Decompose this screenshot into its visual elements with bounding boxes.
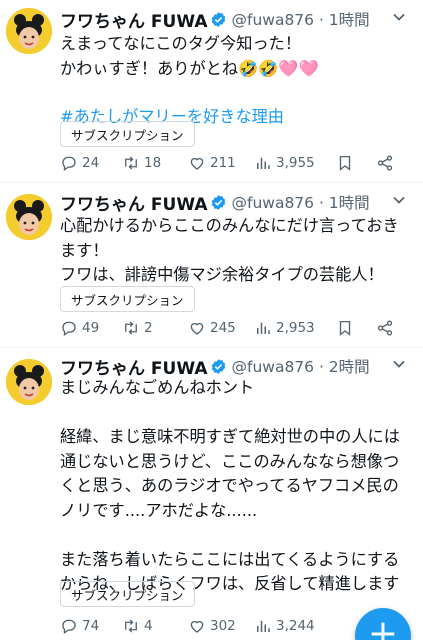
like-count: 211	[210, 155, 236, 171]
view-count: 3,955	[276, 155, 315, 171]
chevron-down-icon[interactable]	[387, 188, 411, 212]
handle-and-time[interactable]: @fuwa876 · 2時間	[231, 355, 369, 377]
reply-count: 74	[82, 618, 100, 634]
reply-count: 24	[82, 155, 100, 171]
verified-badge-icon	[212, 194, 226, 210]
tweet-2[interactable]: フワちゃん FUWA @fuwa876 · 1時間 心配かけるからここのみんなに…	[0, 183, 423, 346]
handle-and-time[interactable]: @fuwa876 · 1時間	[231, 8, 369, 30]
avatar-image	[6, 8, 52, 54]
verified-badge-icon	[212, 358, 226, 374]
heart-icon	[190, 157, 204, 170]
views-button[interactable]: 2,953	[254, 319, 315, 337]
display-name[interactable]: フワちゃん FUWA	[60, 354, 207, 379]
tweet-text: まじみんなごめんねホント 経緯、まじ意味不明すぎて絶対世の中の人には 通じないと…	[60, 378, 400, 593]
view-count: 3,244	[276, 618, 315, 634]
tweet-1[interactable]: フワちゃん FUWA @fuwa876 · 1時間 えまってなにこのタグ今知った…	[0, 0, 423, 182]
like-button[interactable]: 245	[188, 319, 236, 337]
reply-button[interactable]: 24	[60, 154, 99, 172]
like-button[interactable]: 302	[188, 617, 236, 635]
retweet-button[interactable]: 4	[122, 617, 153, 635]
heart-icon	[190, 620, 204, 633]
retweet-button[interactable]: 2	[122, 319, 153, 337]
views-icon	[257, 157, 270, 169]
reply-icon	[62, 619, 76, 635]
subscription-badge[interactable]: サブスクリプション	[60, 121, 195, 147]
plus-icon: +	[367, 613, 399, 640]
tweet-3[interactable]: フワちゃん FUWA @fuwa876 · 2時間 まじみんなごめんねホント 経…	[0, 348, 423, 640]
like-count: 302	[210, 618, 236, 634]
reply-button[interactable]: 49	[60, 319, 99, 337]
view-count: 2,953	[276, 320, 315, 336]
like-count: 245	[210, 320, 236, 336]
share-icon	[377, 155, 393, 171]
reply-icon	[62, 321, 76, 337]
subscription-badge[interactable]: サブスクリプション	[60, 286, 195, 312]
verified-badge-icon	[212, 11, 226, 27]
reply-button[interactable]: 74	[60, 617, 99, 635]
views-icon	[257, 322, 270, 334]
chevron-down-icon[interactable]	[387, 352, 411, 376]
reply-icon	[62, 156, 76, 172]
retweet-count: 4	[144, 618, 153, 634]
avatar[interactable]	[6, 194, 52, 240]
retweet-icon	[125, 619, 137, 633]
reply-count: 49	[82, 320, 100, 336]
bookmark-button[interactable]	[336, 154, 354, 172]
retweet-icon	[125, 321, 137, 335]
tweet-text: えまってなにこのタグ今知った！ かわぃすぎ！ありがとね🤣🤣🩷🩷	[60, 34, 319, 78]
retweet-button[interactable]: 18	[122, 154, 161, 172]
heart-icon	[190, 322, 204, 335]
retweet-icon	[125, 156, 137, 170]
avatar-image	[6, 194, 52, 240]
tweet-text: 心配かけるからここのみんなにだけ言っておき ます！ フワは、誹謗中傷マジ余裕タイ…	[60, 216, 399, 284]
views-button[interactable]: 3,244	[254, 617, 315, 635]
avatar-image	[6, 359, 52, 405]
retweet-count: 18	[144, 155, 162, 171]
subscription-badge[interactable]: サブスクリプション	[60, 581, 195, 607]
bookmark-button[interactable]	[336, 319, 354, 337]
views-icon	[257, 620, 270, 632]
chevron-down-icon[interactable]	[387, 5, 411, 29]
display-name[interactable]: フワちゃん FUWA	[60, 190, 207, 215]
avatar[interactable]	[6, 359, 52, 405]
avatar[interactable]	[6, 8, 52, 54]
bookmark-icon	[339, 155, 351, 171]
bookmark-icon	[339, 320, 351, 336]
share-icon	[377, 320, 393, 336]
views-button[interactable]: 3,955	[254, 154, 315, 172]
display-name[interactable]: フワちゃん FUWA	[60, 7, 207, 32]
share-button[interactable]	[376, 319, 394, 337]
handle-and-time[interactable]: @fuwa876 · 1時間	[231, 191, 369, 213]
share-button[interactable]	[376, 154, 394, 172]
like-button[interactable]: 211	[188, 154, 236, 172]
retweet-count: 2	[144, 320, 153, 336]
